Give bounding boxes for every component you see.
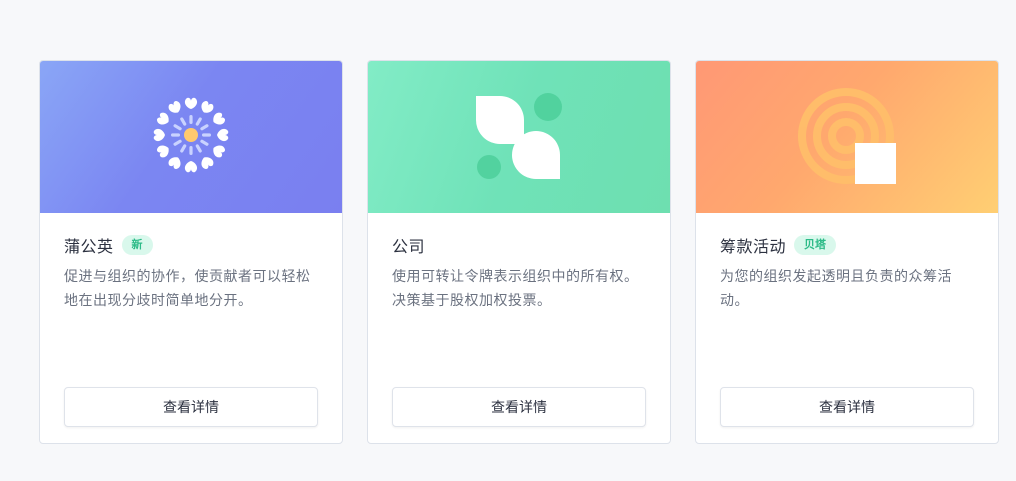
card-title: 筹款活动 — [720, 237, 787, 256]
view-details-button[interactable]: 查看详情 — [392, 387, 646, 427]
card-description: 为您的组织发起透明且负责的众筹活动。 — [720, 269, 952, 309]
view-details-button[interactable]: 查看详情 — [720, 387, 974, 427]
card-description: 促进与组织的协作，使贡献者可以轻松地在出现分歧时简单地分开。 — [64, 269, 311, 309]
card-company: 公司 使用可转让令牌表示组织中的所有权。决策基于股权加权投票。 查看详情 — [367, 60, 671, 444]
company-leaves-icon — [476, 93, 562, 179]
card-hero-image — [696, 61, 998, 213]
card-dandelion: 蒲公英 新 促进与组织的协作，使贡献者可以轻松地在出现分歧时简单地分开。 查看详… — [39, 60, 343, 444]
card-title: 公司 — [392, 237, 426, 256]
beta-badge: 贝塔 — [794, 235, 837, 255]
dandelion-icon — [153, 97, 229, 173]
new-badge: 新 — [121, 235, 153, 255]
view-details-button[interactable]: 查看详情 — [64, 387, 318, 427]
card-fundraising: 筹款活动 贝塔 为您的组织发起透明且负责的众筹活动。 查看详情 — [695, 60, 999, 444]
card-description: 使用可转让令牌表示组织中的所有权。决策基于股权加权投票。 — [392, 269, 639, 309]
fundraising-signal-icon — [798, 88, 896, 184]
card-hero-image — [40, 61, 342, 213]
card-hero-image — [368, 61, 670, 213]
card-title: 蒲公英 — [64, 237, 114, 256]
